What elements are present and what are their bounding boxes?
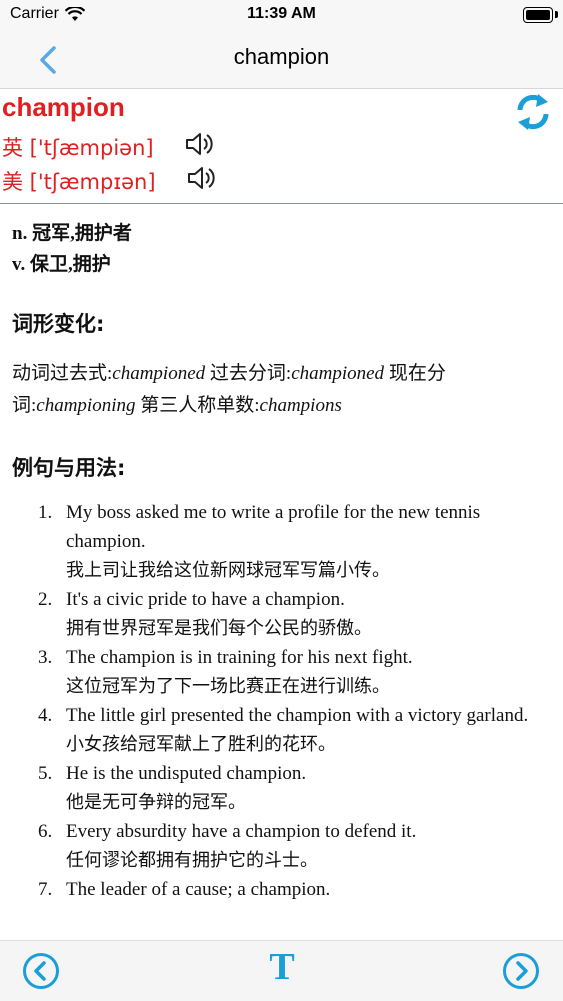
pp-label: 过去分词:: [205, 363, 292, 384]
uk-pronunciation: 英 ['tʃæmpiən]: [2, 136, 154, 160]
third-label: 第三人称单数:: [135, 395, 260, 416]
past-label: 动词过去式:: [12, 363, 113, 384]
definition-verb: v. 保卫,拥护: [12, 254, 111, 275]
example-number: 2.: [38, 589, 53, 610]
example-english: The little girl presented the champion w…: [66, 705, 529, 726]
prog-value: championing: [36, 395, 136, 416]
status-bar: Carrier 11:39 AM: [0, 0, 563, 30]
nav-title: champion: [233, 44, 330, 69]
third-value: champions: [259, 395, 342, 416]
example-english: The champion is in training for his next…: [66, 647, 413, 668]
example-item: 5. He is the undisputed champion. 他是无可争辩的冠…: [12, 759, 552, 817]
next-circle-icon[interactable]: [502, 952, 540, 990]
example-number: 4.: [38, 705, 53, 726]
example-english: The leader of a cause; a champion.: [66, 879, 331, 900]
navigation-bar: champion: [0, 30, 563, 89]
example-number: 6.: [38, 821, 53, 842]
example-item: 4. The little girl presented the champion…: [12, 701, 552, 759]
example-chinese: 任何谬论都拥有拥护它的斗士。: [66, 850, 318, 871]
examples-list: 1. My boss asked me to write a profile fo…: [12, 498, 552, 904]
bottom-toolbar: T: [0, 940, 563, 1001]
example-item: 1. My boss asked me to write a profile fo…: [12, 498, 552, 585]
example-item: 3. The champion is in training for his ne…: [12, 643, 552, 701]
example-chinese: 我上司让我给这位新网球冠军写篇小传。: [66, 560, 390, 581]
example-chinese: 拥有世界冠军是我们每个公民的骄傲。: [66, 618, 372, 639]
example-english: It's a civic pride to have a champion.: [66, 589, 345, 610]
example-chinese: 小女孩给冠军献上了胜利的花环。: [66, 734, 336, 755]
word-header: champion 英 ['tʃæmpiən] 美 ['tʃæmpɪən]: [0, 88, 563, 204]
us-speaker-icon[interactable]: [186, 164, 218, 192]
example-number: 5.: [38, 763, 53, 784]
pp-value: championed: [291, 363, 385, 384]
examples-section-title: 例句与用法:: [12, 456, 126, 480]
uk-speaker-icon[interactable]: [184, 130, 216, 158]
example-english: My boss asked me to write a profile for …: [66, 502, 481, 552]
status-time: 11:39 AM: [247, 5, 316, 22]
example-number: 7.: [38, 879, 53, 900]
example-number: 1.: [38, 502, 53, 523]
example-item: 7. The leader of a cause; a champion.: [12, 875, 552, 904]
refresh-icon[interactable]: [514, 92, 552, 132]
battery-icon: [523, 7, 553, 23]
prev-circle-icon[interactable]: [22, 952, 60, 990]
past-value: championed: [112, 363, 206, 384]
example-item: 2. It's a civic pride to have a champion.…: [12, 585, 552, 643]
definition-noun: n. 冠军,拥护者: [12, 223, 132, 244]
example-english: Every absurdity have a champion to defen…: [66, 821, 417, 842]
forms-section-title: 词形变化:: [12, 312, 105, 336]
battery-tip: [555, 11, 558, 18]
example-english: He is the undisputed champion.: [66, 763, 307, 784]
word-forms: 动词过去式:championed 过去分词:championed 现在分词:ch…: [12, 358, 552, 422]
example-chinese: 这位冠军为了下一场比赛正在进行训练。: [66, 676, 390, 697]
example-item: 6. Every absurdity have a champion to def…: [12, 817, 552, 875]
example-number: 3.: [38, 647, 53, 668]
font-size-button[interactable]: T: [262, 945, 302, 995]
us-pronunciation: 美 ['tʃæmpɪən]: [2, 170, 156, 194]
headword: champion: [2, 92, 125, 122]
example-chinese: 他是无可争辩的冠军。: [66, 792, 246, 813]
definition-content: n. 冠军,拥护者 v. 保卫,拥护 词形变化: 动词过去式:champione…: [12, 218, 552, 904]
